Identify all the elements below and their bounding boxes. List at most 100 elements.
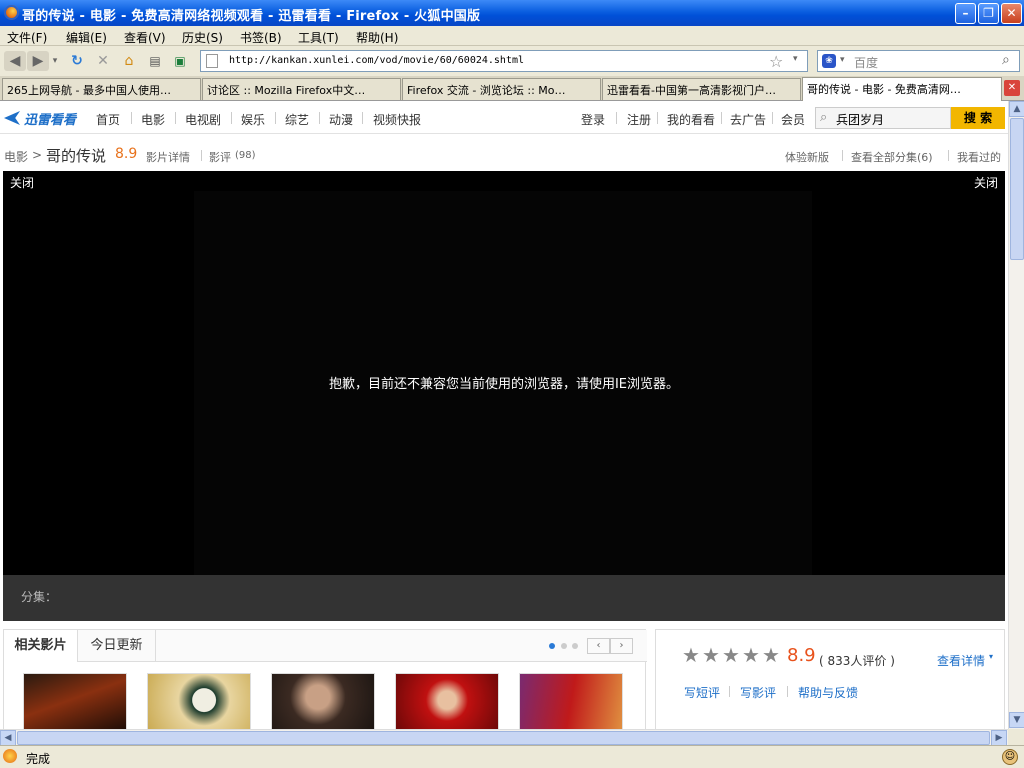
vertical-scrollbar[interactable]: ▲ ▼ [1008, 101, 1024, 729]
nav-divider [175, 112, 176, 124]
home-button[interactable]: ⌂ [119, 51, 139, 71]
episodes-bar: 分集： [3, 575, 1005, 621]
star-icon[interactable]: ★ [682, 645, 700, 665]
maximize-button[interactable]: ❐ [978, 3, 999, 24]
forward-button[interactable]: ▶ [27, 51, 49, 71]
poster-1[interactable] [23, 673, 127, 729]
horizontal-scrollbar[interactable]: ◀ ▶ [0, 729, 1008, 746]
stop-button[interactable]: ✕ [93, 51, 113, 71]
related-panel: 相关影片 今日更新 ‹ › [3, 629, 647, 729]
tab-current[interactable]: 哥的传说 - 电影 - 免费高清网… [802, 77, 1002, 101]
tab-today-updates[interactable]: 今日更新 [78, 630, 156, 662]
close-right-link[interactable]: 关闭 [974, 174, 998, 191]
nav-divider [616, 112, 617, 124]
minimize-button[interactable]: – [955, 3, 976, 24]
reviews-link[interactable]: 影评 [209, 149, 231, 165]
tab-bar: 265上网导航 - 最多中国人使用… 讨论区 :: Mozilla Firefo… [0, 76, 1024, 101]
help-feedback-link[interactable]: 帮助与反馈 [798, 684, 858, 701]
address-bar[interactable]: http://kankan.xunlei.com/vod/movie/60/60… [200, 50, 808, 72]
menu-bar: 文件(F) 编辑(E) 查看(V) 历史(S) 书签(B) 工具(T) 帮助(H… [0, 26, 1024, 46]
addon-status-icon[interactable]: ☺ [1002, 749, 1018, 765]
baidu-engine-icon[interactable]: ❀ [822, 54, 836, 68]
menu-tools[interactable]: 工具(T) [298, 29, 339, 46]
close-button[interactable]: ✕ [1001, 3, 1022, 24]
engine-dropdown-icon[interactable]: ▾ [840, 55, 845, 65]
next-arrow-icon[interactable]: › [610, 638, 633, 654]
my-kankan-link[interactable]: 我的看看 [667, 111, 715, 128]
nav-movie[interactable]: 电影 [141, 111, 165, 128]
site-header: 迅雷看看 首页 电影 电视剧 娱乐 综艺 动漫 视频快报 登录 注册 我的看看 … [0, 101, 1008, 134]
url-text[interactable]: http://kankan.xunlei.com/vod/movie/60/60… [229, 55, 524, 66]
star-icon[interactable]: ★ [762, 645, 780, 665]
scroll-up-icon[interactable]: ▲ [1009, 101, 1024, 117]
star-icon[interactable]: ★ [702, 645, 720, 665]
url-dropdown-icon[interactable]: ▾ [793, 54, 798, 64]
page-dot[interactable] [572, 643, 578, 649]
close-left-link[interactable]: 关闭 [10, 174, 34, 191]
vip-link[interactable]: 会员 [781, 111, 805, 128]
nav-tv[interactable]: 电视剧 [185, 111, 221, 128]
menu-file[interactable]: 文件(F) [7, 29, 47, 46]
close-tab-icon[interactable]: ✕ [1004, 80, 1020, 96]
link-divider [787, 686, 788, 697]
try-new-version-link[interactable]: 体验新版 [785, 149, 829, 165]
nav-variety[interactable]: 综艺 [285, 111, 309, 128]
print-icon[interactable]: ▤ [145, 51, 165, 71]
tab-xunlei-portal[interactable]: 迅雷看看-中国第一高清影视门户… [602, 78, 801, 100]
write-review-link[interactable]: 写影评 [740, 684, 776, 701]
nav-divider [657, 112, 658, 124]
tab-firefox-exchange[interactable]: Firefox 交流 - 浏览论坛 :: Mo… [402, 78, 601, 100]
menu-help[interactable]: 帮助(H) [356, 29, 398, 46]
menu-edit[interactable]: 编辑(E) [66, 29, 107, 46]
search-field[interactable]: ❀ ▾ 百度 ⌕ [817, 50, 1020, 72]
details-dropdown-icon[interactable]: ▾ [989, 652, 993, 661]
nav-video-news[interactable]: 视频快报 [373, 111, 421, 128]
page-dot-active[interactable] [549, 643, 555, 649]
horizontal-scroll-thumb[interactable] [17, 731, 990, 745]
site-search-button[interactable]: 搜 索 [951, 107, 1005, 129]
scroll-down-icon[interactable]: ▼ [1009, 712, 1024, 728]
remove-ads-link[interactable]: 去广告 [730, 111, 766, 128]
scroll-left-icon[interactable]: ◀ [0, 730, 16, 746]
search-go-icon[interactable]: ⌕ [1002, 52, 1010, 68]
rating-details-link[interactable]: 查看详情 [937, 652, 985, 669]
history-dropdown-icon[interactable]: ▾ [50, 51, 60, 71]
breadcrumb-category[interactable]: 电影 [4, 148, 28, 165]
video-player[interactable]: 关闭 关闭 抱歉，目前还不兼容您当前使用的浏览器，请使用IE浏览器。 [3, 171, 1005, 575]
poster-2[interactable] [147, 673, 251, 729]
episodes-label: 分集： [21, 590, 58, 604]
site-logo[interactable]: 迅雷看看 [24, 109, 76, 128]
poster-3[interactable] [271, 673, 375, 729]
nav-entertainment[interactable]: 娱乐 [241, 111, 265, 128]
tab-265[interactable]: 265上网导航 - 最多中国人使用… [2, 78, 201, 100]
star-icon[interactable]: ★ [722, 645, 740, 665]
menu-history[interactable]: 历史(S) [182, 29, 223, 46]
scroll-right-icon[interactable]: ▶ [991, 730, 1007, 746]
site-search-value[interactable]: 兵团岁月 [836, 111, 884, 128]
movie-details-link[interactable]: 影片详情 [146, 149, 190, 165]
back-button[interactable]: ◀ [4, 51, 26, 71]
tab-firefox-forum[interactable]: 讨论区 :: Mozilla Firefox中文… [202, 78, 401, 100]
menu-view[interactable]: 查看(V) [124, 29, 166, 46]
prev-arrow-icon[interactable]: ‹ [587, 638, 610, 654]
watched-link[interactable]: 我看过的 [957, 149, 1001, 165]
nav-anime[interactable]: 动漫 [329, 111, 353, 128]
page-dot[interactable] [561, 643, 567, 649]
star-icon[interactable]: ★ [742, 645, 760, 665]
site-search-input[interactable]: ⌕ 兵团岁月 [815, 107, 951, 129]
login-link[interactable]: 登录 [581, 111, 605, 128]
poster-4[interactable] [395, 673, 499, 729]
search-icon: ⌕ [820, 110, 828, 125]
bookmark-star-icon[interactable]: ☆ [769, 52, 783, 71]
vertical-scroll-thumb[interactable] [1010, 118, 1024, 260]
write-short-review-link[interactable]: 写短评 [684, 684, 720, 701]
all-episodes-link[interactable]: 查看全部分集(6) [851, 149, 933, 165]
extension-icon[interactable]: ▣ [170, 51, 190, 71]
menu-bookmarks[interactable]: 书签(B) [240, 29, 282, 46]
register-link[interactable]: 注册 [627, 111, 651, 128]
tab-related-movies[interactable]: 相关影片 [4, 630, 78, 662]
reload-button[interactable]: ↻ [67, 51, 87, 71]
poster-5[interactable] [519, 673, 623, 729]
nav-home[interactable]: 首页 [96, 111, 120, 128]
crumb-divider [948, 150, 949, 161]
